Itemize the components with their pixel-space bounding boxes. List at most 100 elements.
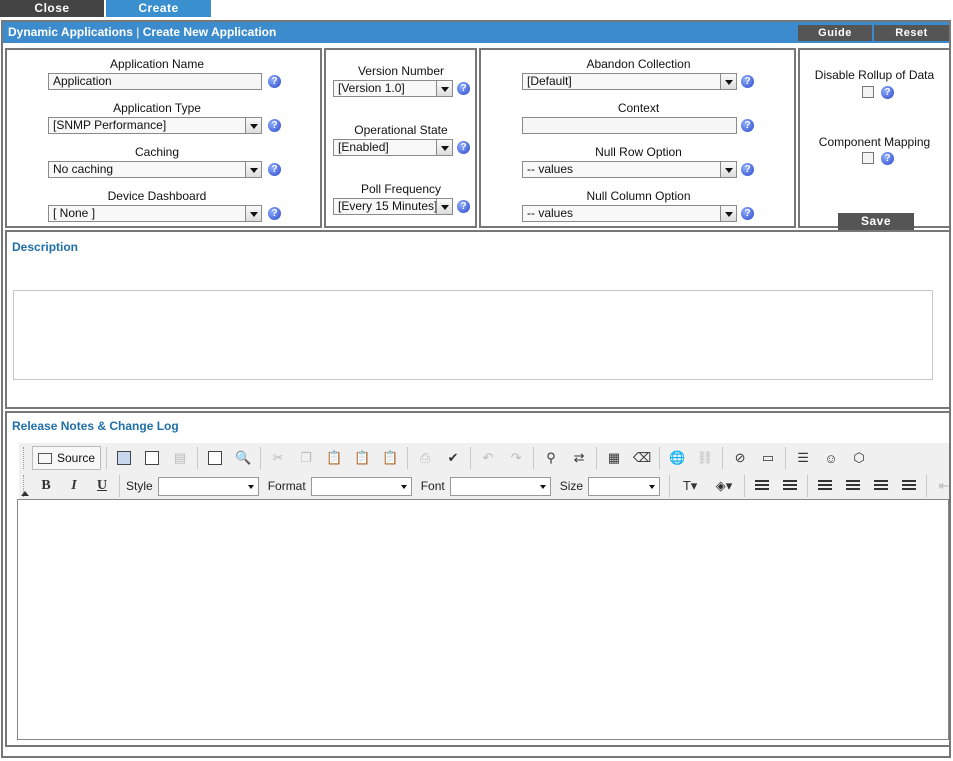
component-mapping-checkbox[interactable]: [862, 152, 874, 164]
breadcrumb-separator: |: [136, 25, 140, 39]
size-select[interactable]: [588, 476, 661, 496]
paste-text-icon[interactable]: 📋: [349, 446, 375, 470]
undo-icon[interactable]: ↶: [475, 446, 501, 470]
create-tab[interactable]: Create: [106, 0, 211, 17]
justify-icon[interactable]: [896, 474, 922, 498]
source-label: Source: [57, 451, 96, 465]
application-type-label: Application Type: [113, 101, 201, 115]
toolbar-row-1: Source ▤ 🔍 ✂ ❐ 📋 📋 📋 ⎙ ✔ ↶ ↷ ⚲ ⇄ ▦ ⌫ 🌐 ⛓…: [19, 444, 873, 472]
print-preview-icon[interactable]: 🔍: [230, 446, 256, 470]
help-icon[interactable]: ?: [457, 141, 470, 154]
close-tab[interactable]: Close: [0, 0, 104, 17]
save-doc-icon[interactable]: [111, 446, 137, 470]
replace-icon[interactable]: ⇄: [566, 446, 592, 470]
help-icon[interactable]: ?: [881, 152, 894, 165]
chevron-down-icon: [245, 162, 261, 177]
format-label: Format: [267, 479, 306, 493]
caching-select[interactable]: No caching: [48, 161, 262, 178]
abandon-collection-select[interactable]: [Default]: [522, 73, 737, 90]
cut-icon[interactable]: ✂: [265, 446, 291, 470]
help-icon[interactable]: ?: [268, 75, 281, 88]
unlink-icon[interactable]: ⛓: [692, 446, 718, 470]
font-select[interactable]: [449, 476, 551, 496]
device-dashboard-label: Device Dashboard: [107, 189, 207, 203]
help-icon[interactable]: ?: [268, 119, 281, 132]
find-icon[interactable]: ⚲: [538, 446, 564, 470]
paste-icon[interactable]: 📋: [321, 446, 347, 470]
toolbar-separator: [119, 475, 120, 497]
context-field[interactable]: [522, 117, 737, 134]
release-notes-editor[interactable]: [17, 499, 949, 740]
document-icon[interactable]: [202, 446, 228, 470]
table-icon[interactable]: ▭: [755, 446, 781, 470]
text-color-icon[interactable]: T▾: [674, 474, 706, 498]
description-title: Description: [12, 240, 79, 254]
outdent-icon[interactable]: ⇤: [931, 474, 953, 498]
new-page-icon[interactable]: [139, 446, 165, 470]
italic-button[interactable]: I: [61, 474, 87, 498]
align-right-icon[interactable]: [868, 474, 894, 498]
chevron-down-icon: [436, 81, 452, 96]
help-icon[interactable]: ?: [741, 119, 754, 132]
redo-icon[interactable]: ↷: [503, 446, 529, 470]
options-panel: Disable Rollup of Data ? Component Mappi…: [798, 48, 951, 230]
underline-button[interactable]: U: [89, 474, 115, 498]
paste-word-icon[interactable]: 📋: [377, 446, 403, 470]
toolbar-separator: [533, 447, 535, 469]
link-icon[interactable]: 🌐: [664, 446, 690, 470]
style-select[interactable]: [157, 476, 259, 496]
bulleted-list-icon[interactable]: [777, 474, 803, 498]
background-color-icon[interactable]: ◈▾: [708, 474, 740, 498]
preview-icon[interactable]: ▤: [167, 446, 193, 470]
copy-icon[interactable]: ❐: [293, 446, 319, 470]
reset-button[interactable]: Reset: [874, 25, 949, 41]
help-icon[interactable]: ?: [741, 75, 754, 88]
application-type-select[interactable]: [SNMP Performance]: [48, 117, 262, 134]
toolbar-row-2: B I U Style Format Font Size T▾ ◈▾ ⇤: [19, 472, 953, 500]
horizontal-rule-icon[interactable]: ☰: [790, 446, 816, 470]
operational-state-select[interactable]: [Enabled]: [333, 139, 453, 156]
application-name-field[interactable]: Application: [48, 73, 262, 90]
operational-state-label: Operational State: [354, 123, 448, 137]
null-row-option-label: Null Row Option: [595, 145, 682, 159]
guide-button[interactable]: Guide: [798, 25, 872, 41]
help-icon[interactable]: ?: [881, 86, 894, 99]
align-left-icon[interactable]: [812, 474, 838, 498]
help-icon[interactable]: ?: [457, 200, 470, 213]
special-char-icon[interactable]: ⬡: [846, 446, 872, 470]
version-number-select[interactable]: [Version 1.0]: [333, 80, 453, 97]
abandon-collection-label: Abandon Collection: [586, 57, 691, 71]
bold-button[interactable]: B: [33, 474, 59, 498]
remove-format-icon[interactable]: ⌫: [629, 446, 655, 470]
save-button[interactable]: Save: [838, 213, 914, 230]
spellcheck-icon[interactable]: ✔: [440, 446, 466, 470]
null-row-option-select[interactable]: -- values: [522, 161, 737, 178]
anchor-icon[interactable]: ⊘: [727, 446, 753, 470]
device-dashboard-select[interactable]: [ None ]: [48, 205, 262, 222]
numbered-list-icon[interactable]: [749, 474, 775, 498]
toolbar-separator: [807, 475, 809, 497]
help-icon[interactable]: ?: [741, 207, 754, 220]
toolbar-separator: [470, 447, 472, 469]
collection-panel: Abandon Collection [Default] ? Context ?…: [479, 48, 796, 228]
source-button[interactable]: Source: [32, 446, 102, 470]
help-icon[interactable]: ?: [457, 82, 470, 95]
title-bar: Dynamic Applications | Create New Applic…: [3, 22, 949, 43]
null-column-option-select[interactable]: -- values: [522, 205, 737, 222]
description-textarea[interactable]: [13, 290, 933, 380]
help-icon[interactable]: ?: [268, 207, 281, 220]
poll-frequency-select[interactable]: [Every 15 Minutes]: [333, 198, 453, 215]
collapse-toolbar-icon[interactable]: [21, 491, 29, 496]
print-icon[interactable]: ⎙: [412, 446, 438, 470]
help-icon[interactable]: ?: [741, 163, 754, 176]
format-select[interactable]: [310, 476, 412, 496]
chevron-down-icon: [245, 206, 261, 221]
select-all-icon[interactable]: ▦: [601, 446, 627, 470]
disable-rollup-checkbox[interactable]: [862, 86, 874, 98]
chevron-down-icon: [436, 140, 452, 155]
null-column-option-value: -- values: [527, 206, 574, 220]
help-icon[interactable]: ?: [268, 163, 281, 176]
toolbar-separator: [197, 447, 199, 469]
smiley-icon[interactable]: ☺: [818, 446, 844, 470]
align-center-icon[interactable]: [840, 474, 866, 498]
